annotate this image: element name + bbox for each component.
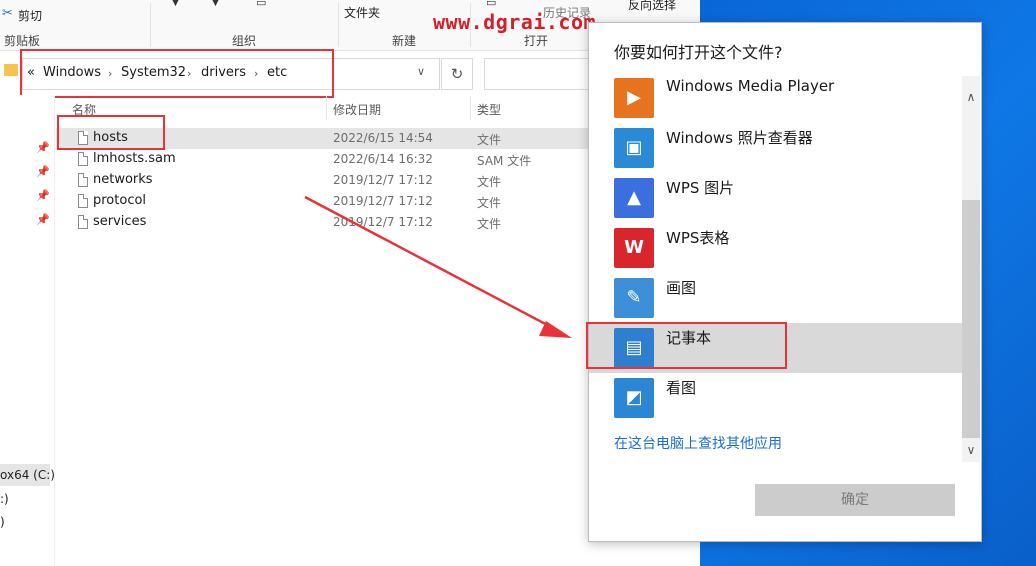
annotation-arrow: [304, 195, 572, 338]
arrow-line: [304, 195, 554, 330]
